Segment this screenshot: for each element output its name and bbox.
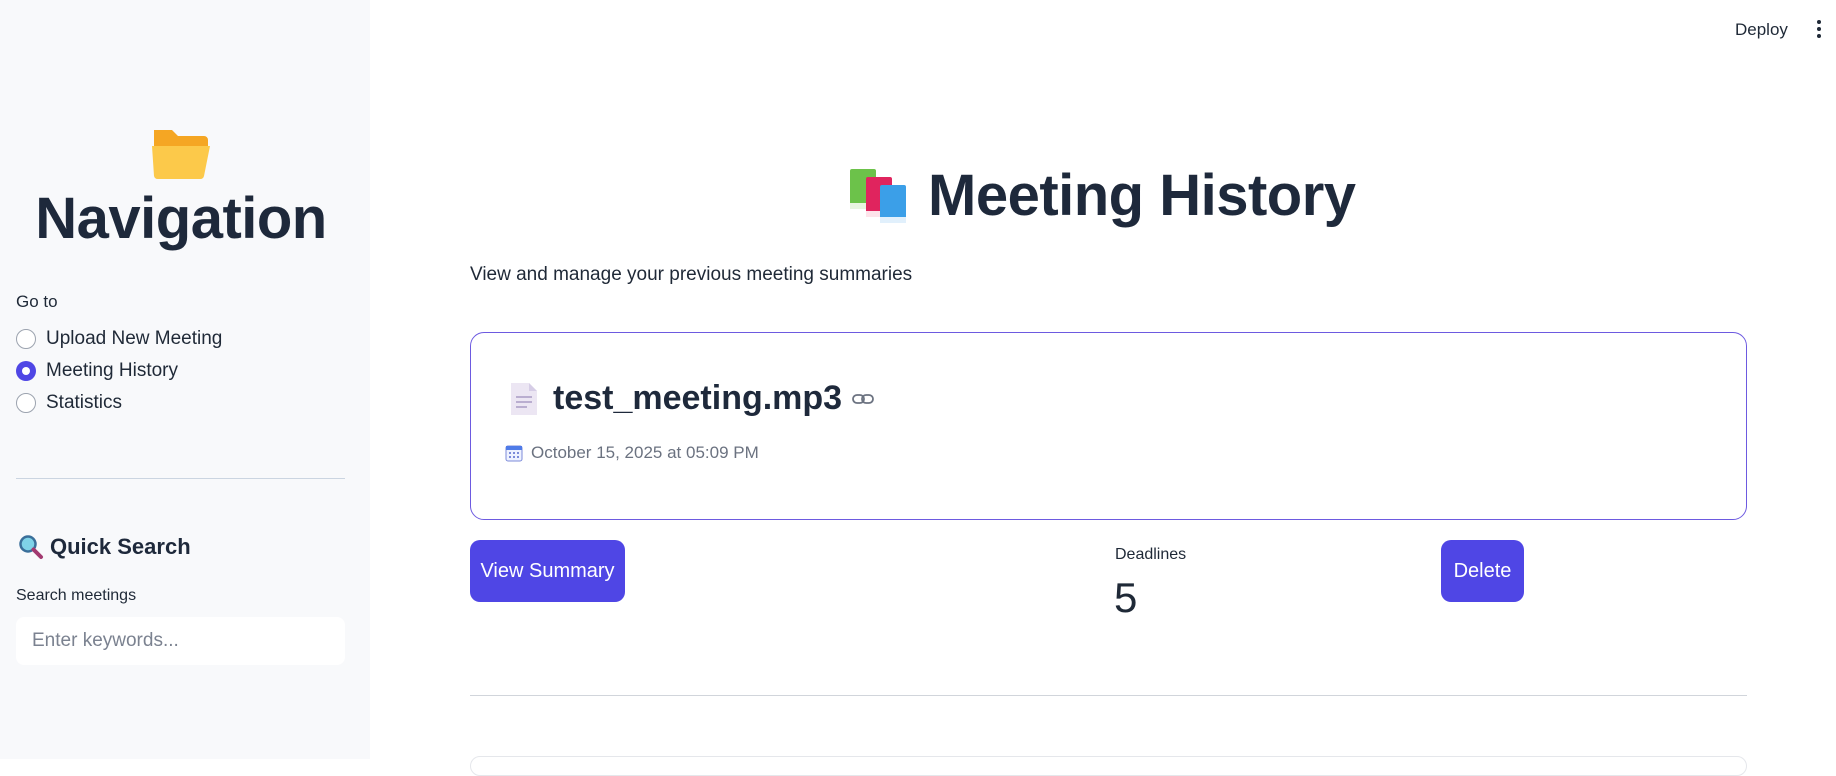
deploy-button[interactable]: Deploy	[1735, 20, 1788, 40]
nav-option-label: Statistics	[46, 392, 123, 413]
meeting-card: test_meeting.mp3 October 15, 2025 at 05:…	[470, 332, 1747, 520]
page-title-text: Meeting History	[928, 163, 1356, 228]
sidebar: Navigation Go to Upload New Meeting Meet…	[0, 0, 370, 759]
deadlines-metric-label: Deadlines	[1115, 546, 1187, 563]
open-folder-icon	[152, 130, 210, 180]
page-subtitle: View and manage your previous meeting su…	[470, 264, 913, 285]
radio-button-selected[interactable]	[16, 361, 36, 381]
delete-button[interactable]: Delete	[1441, 540, 1524, 602]
calendar-icon	[505, 445, 523, 462]
view-summary-button[interactable]: View Summary	[470, 540, 625, 602]
meeting-date-row: October 15, 2025 at 05:09 PM	[505, 443, 759, 463]
meeting-file-heading: test_meeting.mp3	[509, 379, 874, 418]
next-meeting-card	[470, 756, 1747, 776]
radio-button[interactable]	[16, 329, 36, 349]
quick-search-title: Quick Search	[50, 534, 191, 559]
radio-button[interactable]	[16, 393, 36, 413]
magnifier-icon	[19, 535, 43, 559]
deadlines-metric-value: 5	[1114, 574, 1138, 621]
nav-option-statistics[interactable]: Statistics	[16, 392, 122, 414]
search-label: Search meetings	[16, 587, 137, 604]
meeting-date: October 15, 2025 at 05:09 PM	[531, 443, 759, 462]
sidebar-divider	[16, 478, 345, 479]
quick-search-heading: Quick Search	[18, 534, 191, 560]
nav-option-label: Upload New Meeting	[46, 328, 223, 349]
document-icon	[511, 382, 537, 415]
goto-label: Go to	[16, 292, 58, 311]
nav-option-label: Meeting History	[46, 360, 178, 381]
nav-option-upload[interactable]: Upload New Meeting	[16, 328, 222, 350]
link-icon[interactable]	[852, 392, 874, 406]
meeting-file-name: test_meeting.mp3	[553, 379, 843, 417]
page-title: Meeting History	[846, 162, 1356, 229]
meeting-divider	[470, 695, 1747, 696]
kebab-menu-icon[interactable]	[1814, 20, 1824, 42]
search-input[interactable]	[16, 617, 345, 665]
books-icon	[850, 168, 906, 223]
nav-option-history[interactable]: Meeting History	[16, 360, 178, 382]
sidebar-title: Navigation	[35, 186, 327, 251]
